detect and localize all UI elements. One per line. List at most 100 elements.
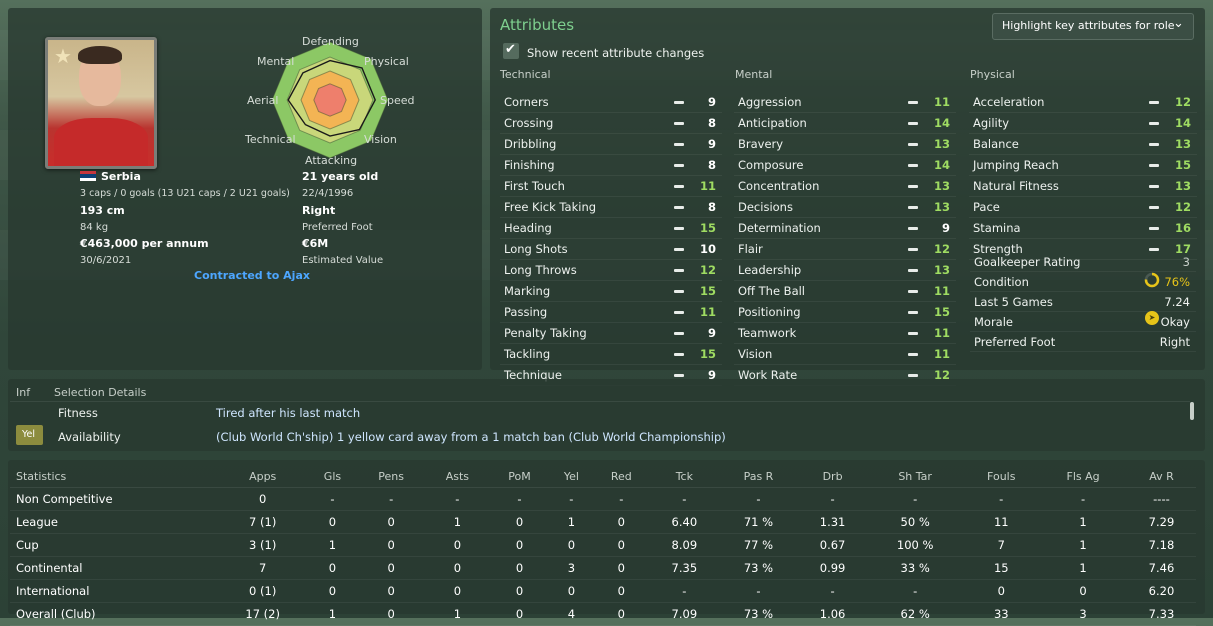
stat-cell: 0 [488,533,551,557]
attribute-row-passing[interactable]: Passing 11 [500,302,722,323]
table-row[interactable]: Non Competitive 0- - - - - - - - - - - - ---- [10,487,1196,511]
attribute-trend-icon [1149,206,1159,209]
stat-column-tck[interactable]: Tck [649,465,719,488]
attribute-value: 8 [707,116,716,130]
attribute-row-natural-fitness[interactable]: Natural Fitness 13 [969,176,1197,197]
stat-column-fouls[interactable]: Fouls [963,465,1040,488]
attribute-row-corners[interactable]: Corners 9 [500,92,722,113]
attribute-row-pace[interactable]: Pace 12 [969,197,1197,218]
contract-status-link[interactable]: Contracted to Ajax [194,269,310,282]
preferred-foot-label: Preferred Foot [302,222,373,233]
attribute-row-aggression[interactable]: Aggression 11 [734,92,956,113]
attribute-row-heading[interactable]: Heading 15 [500,218,722,239]
table-row[interactable]: Continental 7 0 0 0 0 3 0 7.35 73 % 0.99 33 % 15 1 7.4… [10,556,1196,580]
attribute-row-long-shots[interactable]: Long Shots 10 [500,239,722,260]
attribute-name: Positioning [738,305,801,319]
stat-row-name: Overall (Club) [10,602,217,626]
attribute-row-flair[interactable]: Flair 12 [734,239,956,260]
attribute-row-teamwork[interactable]: Teamwork 11 [734,323,956,344]
stat-column-fls-ag[interactable]: Fls Ag [1039,465,1127,488]
attribute-row-off-the-ball[interactable]: Off The Ball 11 [734,281,956,302]
attribute-value: 12 [699,263,716,277]
attribute-name: Long Throws [504,263,577,277]
attribute-row-tackling[interactable]: Tackling 15 [500,344,722,365]
stat-column-apps[interactable]: Apps [217,465,309,488]
table-row[interactable]: Cup 3 (1) 1 0 0 0 0 0 8.09 77 % 0.67 100 % 7 1 7.18 [10,533,1196,557]
attribute-row-vision[interactable]: Vision 11 [734,344,956,365]
stat-cell: 0 [1039,579,1127,603]
attribute-row-marking[interactable]: Marking 15 [500,281,722,302]
stat-column-asts[interactable]: Asts [425,465,489,488]
info-value: 7.24 [1164,295,1190,309]
stat-column-pom[interactable]: PoM [488,465,551,488]
attribute-row-decisions[interactable]: Decisions 13 [734,197,956,218]
selection-scrollbar[interactable] [1190,402,1194,420]
stat-column-yel[interactable]: Yel [550,465,593,488]
attribute-name: Long Shots [504,242,568,256]
attribute-trend-icon [908,206,918,209]
table-row[interactable]: League 7 (1) 0 0 1 0 1 0 6.40 71 % 1.31 50 % 11 1 7.29 [10,510,1196,534]
stat-cell: 0 [592,533,650,557]
stat-cell: 7 [963,533,1040,557]
stat-cell: - [798,579,868,603]
stat-cell: 73 % [718,602,799,626]
attribute-row-leadership[interactable]: Leadership 13 [734,260,956,281]
attribute-row-crossing[interactable]: Crossing 8 [500,113,722,134]
attribute-name: Decisions [738,200,793,214]
show-changes-checkbox[interactable]: ✔ [503,42,519,59]
attribute-row-bravery[interactable]: Bravery 13 [734,134,956,155]
attribute-row-agility[interactable]: Agility 14 [969,113,1197,134]
attribute-row-anticipation[interactable]: Anticipation 14 [734,113,956,134]
attribute-row-penalty-taking[interactable]: Penalty Taking 9 [500,323,722,344]
stat-row-name: Cup [10,533,217,557]
attribute-name: Acceleration [973,95,1045,109]
stat-column-red[interactable]: Red [592,465,650,488]
attribute-trend-icon [674,353,684,356]
table-row[interactable]: Overall (Club) 17 (2) 1 0 1 0 4 0 7.09 73 % 1.06 62… [10,602,1196,626]
attribute-row-dribbling[interactable]: Dribbling 9 [500,134,722,155]
attribute-row-balance[interactable]: Balance 13 [969,134,1197,155]
attribute-name: Flair [738,242,763,256]
stat-column-gls[interactable]: Gls [308,465,357,488]
attribute-row-long-throws[interactable]: Long Throws 12 [500,260,722,281]
attribute-row-concentration[interactable]: Concentration 13 [734,176,956,197]
stat-column-drb[interactable]: Drb [798,465,868,488]
stat-cell: 0 [425,579,489,603]
yellow-card-badge-label: Yel [22,429,36,440]
attribute-trend-icon [908,227,918,230]
attribute-row-composure[interactable]: Composure 14 [734,155,956,176]
stat-cell: 3 (1) [217,533,309,557]
attribute-name: Agility [973,116,1010,130]
stat-column-sh-tar[interactable]: Sh Tar [867,465,964,488]
info-row-condition: Condition 76% [970,272,1196,292]
player-photo: ★ [45,37,157,169]
attribute-trend-icon [674,206,684,209]
info-name: Condition [974,275,1029,289]
info-value: 3 [1182,255,1190,269]
attribute-row-positioning[interactable]: Positioning 15 [734,302,956,323]
radar-label-attacking: Attacking [305,154,358,167]
attribute-row-jumping-reach[interactable]: Jumping Reach 15 [969,155,1197,176]
stat-cell: - [649,579,719,603]
attribute-row-free-kick-taking[interactable]: Free Kick Taking 8 [500,197,722,218]
attribute-row-acceleration[interactable]: Acceleration 12 [969,92,1197,113]
stat-cell: 7.18 [1126,533,1196,557]
radar-label-vision: Vision [364,133,397,146]
attribute-name: Vision [738,347,773,361]
attribute-name: Tackling [504,347,551,361]
stat-column-av-r[interactable]: Av R [1126,465,1196,488]
attribute-row-finishing[interactable]: Finishing 8 [500,155,722,176]
table-row[interactable]: International 0 (1) 0 0 0 0 0 0- - - -0 0 6.20 [10,579,1196,603]
attribute-name: Free Kick Taking [504,200,597,214]
attribute-row-stamina[interactable]: Stamina 16 [969,218,1197,239]
attribute-row-first-touch[interactable]: First Touch 11 [500,176,722,197]
show-changes-label[interactable]: Show recent attribute changes [527,46,704,60]
attribute-name: Jumping Reach [973,158,1059,172]
attribute-trend-icon [1149,227,1159,230]
role-highlight-dropdown[interactable]: Highlight key attributes for role ⌄ [992,13,1194,40]
attribute-row-determination[interactable]: Determination 9 [734,218,956,239]
mental-header: Mental [735,68,773,81]
stat-column-pens[interactable]: Pens [356,465,426,488]
stat-column-pas-r[interactable]: Pas R [718,465,799,488]
attribute-trend-icon [674,269,684,272]
